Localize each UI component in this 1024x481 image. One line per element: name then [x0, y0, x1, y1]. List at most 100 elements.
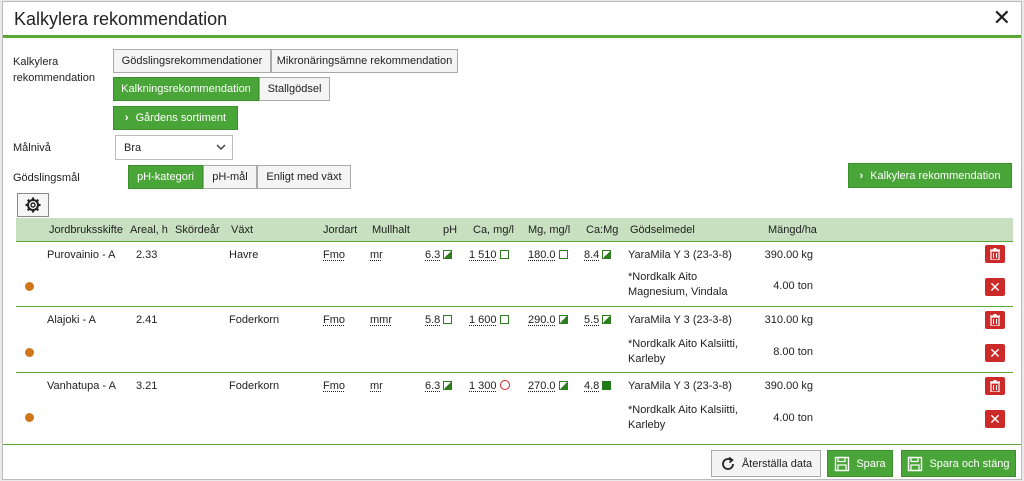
ca-status-icon: [499, 250, 509, 259]
mg-value: 270.0: [528, 380, 556, 392]
cell-fertilizer: YaraMila Y 3 (23-3-8): [628, 314, 732, 326]
cell-fertilizer-lime: *Nordkalk Aito Magnesium, Vindala: [628, 271, 728, 298]
goal-ph-category[interactable]: pH-kategori: [128, 165, 203, 189]
tab-manure[interactable]: Stallgödsel: [259, 77, 330, 101]
target-value: Bra: [124, 141, 142, 154]
mg-value: 290.0: [528, 314, 556, 326]
remove-button[interactable]: ✕: [985, 344, 1005, 362]
ph-value: 6.3: [425, 380, 441, 392]
cell-ca[interactable]: 1 600: [469, 314, 509, 326]
mg-value: 180.0: [528, 249, 556, 261]
goal-label: Gödslingsmål: [13, 172, 80, 184]
goal-by-crop[interactable]: Enligt med växt: [257, 165, 351, 189]
recommendation-dialog: Kalkylera rekommendation ✕ Kalkylera rek…: [2, 1, 1022, 480]
col-ph: pH: [443, 224, 458, 236]
cell-ph[interactable]: 6.3: [425, 249, 453, 261]
ca-value: 1 510: [469, 249, 497, 261]
cell-humus[interactable]: mr: [370, 380, 383, 392]
cell-humus[interactable]: mr: [370, 249, 383, 261]
cell-humus[interactable]: mmr: [370, 314, 392, 326]
cell-area: 2.33: [136, 249, 158, 261]
close-icon[interactable]: ✕: [993, 6, 1011, 30]
row-separator: [16, 241, 1013, 242]
ph-status-icon: [443, 250, 453, 259]
cell-ca[interactable]: 1 510: [469, 249, 509, 261]
reset-button[interactable]: Återställa data: [711, 450, 821, 477]
cell-field: Purovainio - A: [47, 249, 116, 261]
cell-camg[interactable]: 5.5: [584, 314, 612, 326]
cell-mg[interactable]: 290.0: [528, 314, 568, 326]
delete-button[interactable]: [985, 245, 1005, 263]
delete-button[interactable]: [985, 311, 1005, 329]
cell-ph[interactable]: 5.8: [425, 314, 453, 326]
cell-soil[interactable]: Fmo: [323, 380, 345, 392]
target-select[interactable]: Bra: [115, 135, 233, 160]
floppy-icon: [835, 456, 850, 471]
col-field: Jordbruksskifte: [49, 224, 123, 236]
gear-icon: [25, 197, 41, 213]
cell-ph[interactable]: 6.3: [425, 380, 453, 392]
dialog-titlebar: Kalkylera rekommendation ✕: [3, 2, 1021, 38]
cell-crop: Havre: [229, 249, 259, 261]
trash-icon: [990, 314, 1000, 326]
col-fertilizer: Gödselmedel: [630, 224, 695, 236]
settings-button[interactable]: [17, 193, 49, 217]
cell-mg[interactable]: 270.0: [528, 380, 568, 392]
ph-status-icon: [443, 315, 453, 324]
cell-amount-lime: 4.00 ton: [773, 280, 813, 292]
remove-button[interactable]: ✕: [985, 410, 1005, 428]
delete-button[interactable]: [985, 377, 1005, 395]
ca-status-icon: [499, 315, 509, 324]
col-amount: Mängd/ha: [768, 224, 817, 236]
ca-value: 1 600: [469, 314, 497, 326]
cell-area: 2.41: [136, 314, 158, 326]
col-year: Skördeår: [175, 224, 220, 236]
cell-fertilizer: YaraMila Y 3 (23-3-8): [628, 249, 732, 261]
cell-crop: Foderkorn: [229, 314, 280, 326]
col-camg: Ca:Mg: [586, 224, 619, 236]
close-icon: ✕: [989, 344, 1001, 361]
refresh-icon: [721, 456, 734, 470]
mg-status-icon: [558, 315, 568, 324]
cell-soil[interactable]: Fmo: [323, 249, 345, 261]
col-mg: Mg, mg/l: [528, 224, 571, 236]
cell-camg[interactable]: 4.8: [584, 380, 612, 392]
calc-label: Kalkylera rekommendation: [13, 56, 95, 84]
camg-status-icon: [602, 315, 612, 324]
col-soil: Jordart: [323, 224, 358, 236]
calculate-button[interactable]: › Kalkylera rekommendation: [848, 163, 1012, 188]
table-header: Jordbruksskifte Areal, h Skördeår Växt J…: [16, 218, 1013, 241]
target-label: Målnivå: [13, 142, 51, 154]
cell-camg[interactable]: 8.4: [584, 249, 612, 261]
dialog-title: Kalkylera rekommendation: [14, 9, 228, 29]
chevron-right-icon: ›: [859, 169, 864, 182]
save-close-button[interactable]: Spara och stäng: [901, 450, 1016, 477]
col-humus: Mullhalt: [372, 224, 410, 236]
remove-button[interactable]: ✕: [985, 278, 1005, 296]
save-label: Spara: [856, 457, 886, 470]
farm-range-button[interactable]: › Gårdens sortiment: [113, 106, 238, 130]
cell-ca[interactable]: 1 300: [469, 380, 510, 392]
status-dot: [25, 282, 34, 291]
footer-separator: [3, 444, 1021, 445]
ca-warning-icon: [499, 380, 510, 390]
save-button[interactable]: Spara: [827, 450, 893, 477]
ph-value: 6.3: [425, 249, 441, 261]
ph-value: 5.8: [425, 314, 441, 326]
cell-amount: 390.00 kg: [764, 249, 813, 261]
cell-soil[interactable]: Fmo: [323, 314, 345, 326]
floppy-icon: [908, 456, 923, 471]
mg-status-icon: [558, 250, 568, 259]
tab-fertilization[interactable]: Gödslingsrekommendationer: [113, 49, 271, 73]
cell-fertilizer: YaraMila Y 3 (23-3-8): [628, 380, 732, 392]
camg-value: 5.5: [584, 314, 600, 326]
cell-field: Vanhatupa - A: [47, 380, 116, 392]
tab-micronutrient[interactable]: Mikronäringsämne rekommendation: [271, 49, 458, 73]
mg-status-icon: [558, 381, 568, 390]
tab-liming[interactable]: Kalkningsrekommendation: [113, 77, 259, 101]
goal-ph-target[interactable]: pH-mål: [203, 165, 257, 189]
cell-fertilizer-lime: *Nordkalk Aito Kalsiitti, Karleby: [628, 404, 739, 431]
cell-mg[interactable]: 180.0: [528, 249, 568, 261]
close-icon: ✕: [989, 278, 1001, 295]
cell-crop: Foderkorn: [229, 380, 280, 392]
